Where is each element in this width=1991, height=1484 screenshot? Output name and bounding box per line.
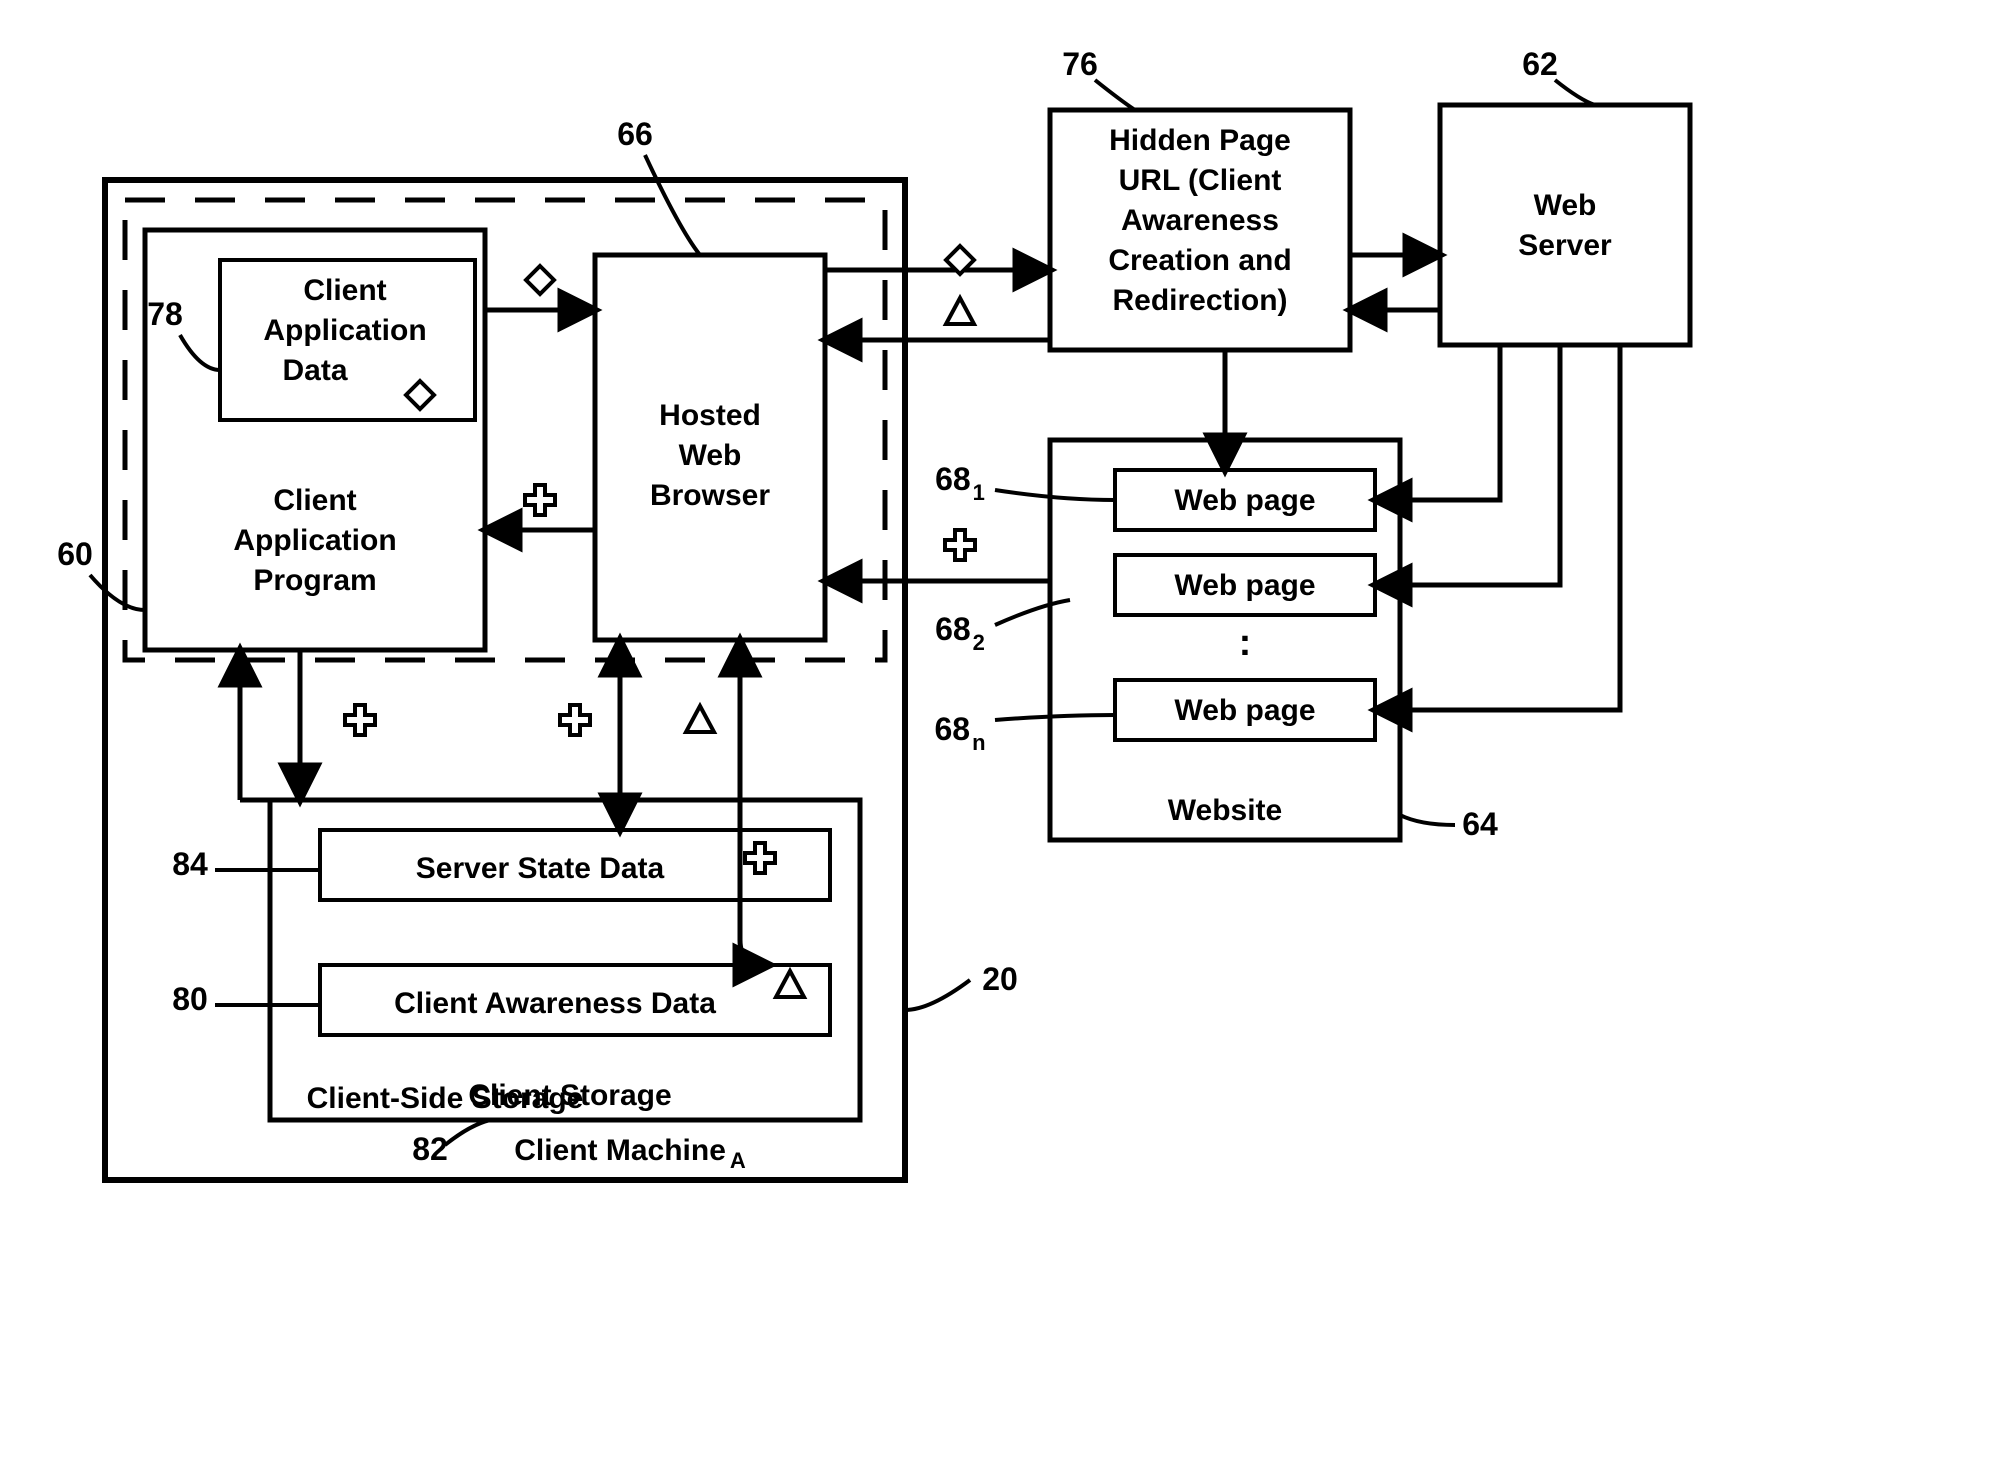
ref-76: 76 (1062, 46, 1098, 82)
cad-l2: Application (263, 314, 426, 347)
ws-l1: Web (1534, 189, 1597, 222)
hp-l1: Hidden Page (1109, 124, 1291, 157)
ref-68-1: 681 (935, 461, 985, 505)
hp-l4: Creation and (1108, 244, 1291, 277)
diagram-canvas: Client MachineA 20 Client Application Pr… (0, 0, 1991, 1484)
ref-78: 78 (147, 296, 183, 332)
hp-l5: Redirection) (1112, 284, 1287, 317)
ws-l2: Server (1518, 229, 1612, 262)
wp1-label: Web page (1174, 484, 1315, 517)
ref-64: 64 (1462, 806, 1498, 842)
ref-80: 80 (172, 981, 208, 1017)
wp2-label: Web page (1174, 569, 1315, 602)
hwb-l2: Web (679, 439, 742, 472)
diamond-icon (526, 266, 554, 294)
plus-icon (525, 485, 555, 515)
cad-l3: Data (282, 354, 347, 387)
ref-84: 84 (172, 846, 208, 882)
cap-l2: Application (233, 524, 396, 557)
hp-l2: URL (Client (1119, 164, 1282, 197)
cap-l3: Program (253, 564, 376, 597)
ssd-label: Server State Data (416, 852, 665, 885)
ref-60: 60 (57, 536, 93, 572)
cad2-label: Client Awareness Data (394, 987, 716, 1020)
ref-62: 62 (1522, 46, 1558, 82)
plus-icon (345, 705, 375, 735)
plus-icon (945, 530, 975, 560)
ref-68-n: 68n (934, 711, 985, 755)
triangle-icon (686, 706, 714, 732)
client-machine-label: Client MachineA (514, 1134, 746, 1173)
ref-68-2: 682 (935, 611, 985, 655)
triangle-icon (946, 298, 974, 324)
ref-82: 82 (412, 1131, 448, 1167)
ref-20: 20 (982, 961, 1018, 997)
hwb-l1: Hosted (659, 399, 761, 432)
client-storage-label: Client Storage (468, 1079, 671, 1112)
plus-icon (560, 705, 590, 735)
arrow-ws-to-wp1 (1375, 345, 1500, 500)
web-server-box (1440, 105, 1690, 345)
hwb-l3: Browser (650, 479, 770, 512)
cap-l1: Client (273, 484, 356, 517)
arrow-ws-to-wp2 (1375, 345, 1560, 585)
hp-l3: Awareness (1121, 204, 1279, 237)
wpn-label: Web page (1174, 694, 1315, 727)
website-label: Website (1168, 794, 1282, 827)
ref-66: 66 (617, 116, 653, 152)
cad-l1: Client (303, 274, 386, 307)
vdots: : (1239, 622, 1252, 664)
